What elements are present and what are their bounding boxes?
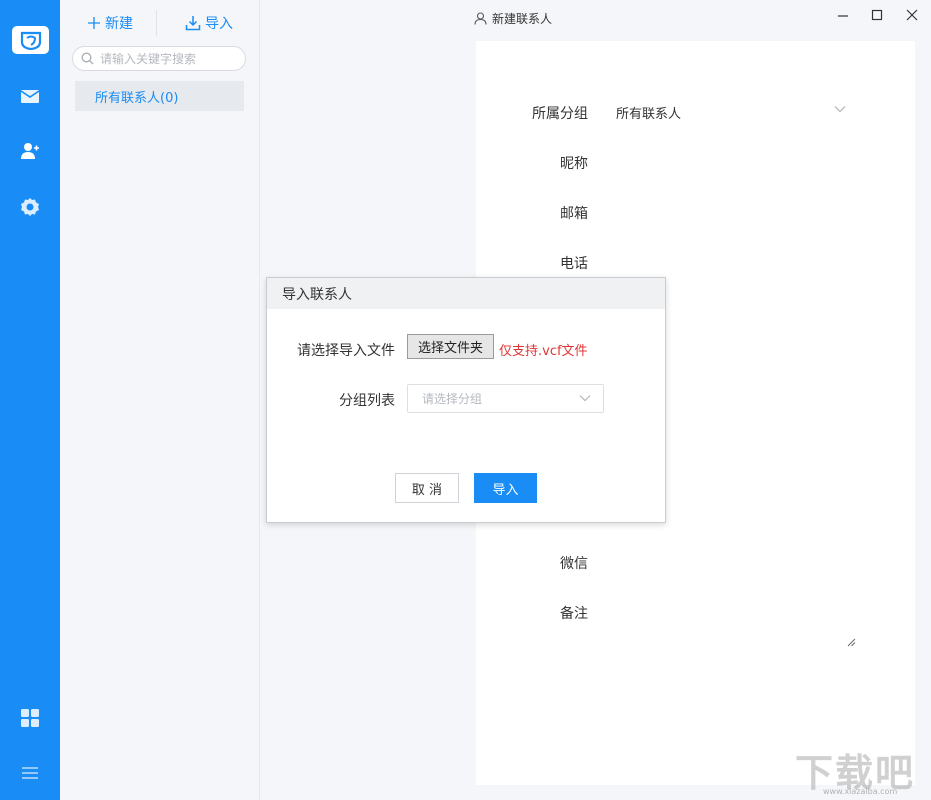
page-title: 新建联系人 <box>474 10 552 27</box>
import-button[interactable]: 导入 <box>185 12 233 34</box>
minimize-button[interactable] <box>834 6 852 24</box>
group-list-select[interactable]: 请选择分组 <box>407 384 604 413</box>
watermark-url: www.xiazaiba.com <box>823 787 898 796</box>
contacts-list-panel: 新建 导入 所有联系人(0) <box>60 0 260 800</box>
plus-icon <box>88 17 100 29</box>
download-icon <box>185 16 201 31</box>
user-icon <box>474 12 487 25</box>
mail-icon[interactable] <box>18 84 42 108</box>
new-contact-label: 新建 <box>105 16 133 32</box>
toolbar-divider <box>156 10 157 36</box>
close-button[interactable] <box>903 6 921 24</box>
choose-folder-button[interactable]: 选择文件夹 <box>407 334 494 359</box>
dialog-title: 导入联系人 <box>282 286 352 303</box>
menu-icon[interactable] <box>18 761 42 785</box>
import-contacts-dialog: 导入联系人 请选择导入文件 选择文件夹 仅支持.vcf文件 分组列表 请选择分组… <box>266 277 666 523</box>
import-label: 导入 <box>205 16 233 32</box>
phone-field-label: 电话 <box>560 256 588 272</box>
contacts-icon[interactable] <box>18 139 42 163</box>
apps-grid-icon[interactable] <box>18 706 42 730</box>
cancel-button[interactable]: 取 消 <box>395 473 459 503</box>
mail-logo-icon <box>12 26 49 54</box>
chevron-down-icon <box>579 395 591 402</box>
page-title-text: 新建联系人 <box>492 12 553 26</box>
search-icon <box>81 52 94 65</box>
file-field-label: 请选择导入文件 <box>297 343 395 359</box>
wechat-field-label: 微信 <box>560 556 588 572</box>
search-input[interactable] <box>100 51 230 66</box>
settings-icon[interactable] <box>18 195 42 219</box>
group-item-label: 所有联系人(0) <box>95 90 179 106</box>
close-icon <box>906 9 918 21</box>
left-rail <box>0 0 60 800</box>
dialog-header: 导入联系人 <box>267 278 665 309</box>
import-confirm-button[interactable]: 导入 <box>474 473 537 503</box>
group-select[interactable]: 所有联系人 <box>616 103 681 122</box>
watermark: 下载吧 www.xiazaiba.com <box>795 742 925 796</box>
minimize-icon <box>838 15 848 17</box>
file-type-hint: 仅支持.vcf文件 <box>499 344 588 359</box>
group-field-label: 所属分组 <box>532 106 588 122</box>
group-list-placeholder: 请选择分组 <box>422 392 483 406</box>
nickname-field-label: 昵称 <box>560 156 588 172</box>
search-box[interactable] <box>72 46 246 71</box>
note-field-label: 备注 <box>560 606 588 622</box>
group-item-all-contacts[interactable]: 所有联系人(0) <box>75 81 244 111</box>
resize-handle-icon[interactable] <box>847 638 856 647</box>
maximize-icon <box>871 9 883 21</box>
group-list-label: 分组列表 <box>339 393 395 409</box>
email-field-label: 邮箱 <box>560 206 588 222</box>
chevron-down-icon[interactable] <box>834 105 846 113</box>
maximize-button[interactable] <box>868 6 886 24</box>
new-contact-button[interactable]: 新建 <box>87 12 133 34</box>
